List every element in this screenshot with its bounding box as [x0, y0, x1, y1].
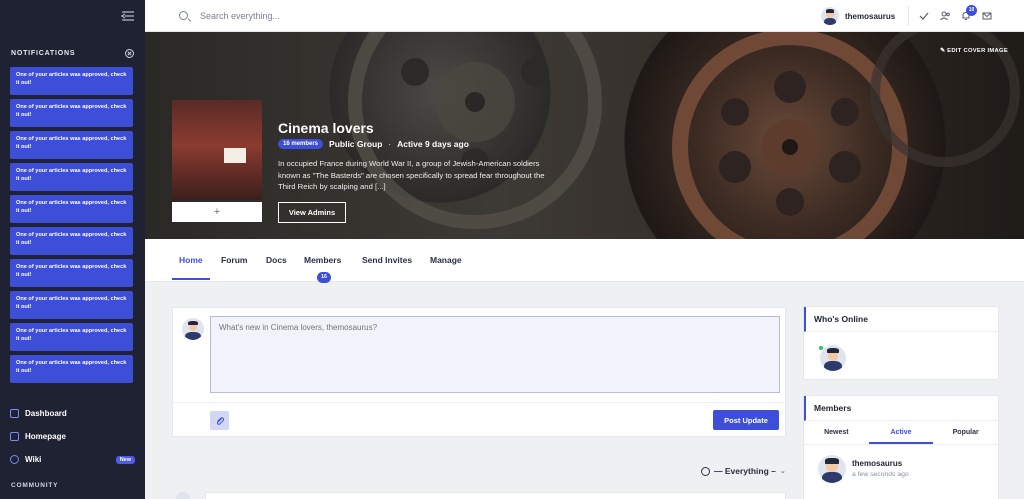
post-update-button[interactable]: Post Update [713, 410, 779, 430]
dashboard-icon [10, 409, 19, 418]
tab-members[interactable]: Members [304, 255, 341, 265]
tab-send-invites[interactable]: Send Invites [362, 255, 412, 265]
sidebar-item-wiki[interactable]: Wiki New [10, 448, 135, 471]
avatar[interactable] [820, 345, 846, 371]
avatar[interactable] [818, 455, 846, 483]
notification-item[interactable]: One of your articles was approved, check… [10, 291, 133, 319]
search-input[interactable] [200, 7, 500, 25]
notification-count-badge: 10 [966, 5, 977, 16]
avatar [182, 318, 204, 340]
notification-item[interactable]: One of your articles was approved, check… [10, 131, 133, 159]
widget-title: Members [804, 396, 998, 421]
sidebar-item-dashboard[interactable]: Dashboard [10, 402, 135, 425]
tab-popular[interactable]: Popular [933, 421, 998, 444]
activity-item [205, 492, 786, 499]
tab-home[interactable]: Home [179, 255, 203, 265]
tab-forum[interactable]: Forum [221, 255, 247, 265]
edit-cover-button[interactable]: ✎ EDIT COVER IMAGE [940, 48, 1008, 54]
collapse-sidebar-icon[interactable] [121, 9, 135, 23]
members-count-badge: 16 [317, 272, 331, 283]
post-textarea[interactable] [210, 316, 780, 393]
members-tabs: Newest Active Popular [804, 421, 998, 445]
post-form: Post Update [172, 307, 786, 437]
film-reel-background [348, 32, 1020, 239]
group-avatar [172, 100, 262, 200]
notification-list: One of your articles was approved, check… [10, 67, 133, 387]
notification-item[interactable]: One of your articles was approved, check… [10, 99, 133, 127]
avatar [176, 492, 190, 499]
notifications-header: NOTIFICATIONS [11, 49, 134, 58]
group-cover: ✎ EDIT COVER IMAGE + Cinema lovers 16 me… [145, 32, 1024, 239]
member-name[interactable]: themosaurus [852, 459, 902, 468]
notification-item[interactable]: One of your articles was approved, check… [10, 323, 133, 351]
add-photo-button[interactable]: + [172, 202, 262, 222]
tab-docs[interactable]: Docs [266, 255, 287, 265]
notification-item[interactable]: One of your articles was approved, check… [10, 227, 133, 255]
group-meta: 16 members Public Group · Active 9 days … [278, 139, 469, 149]
notification-item[interactable]: One of your articles was approved, check… [10, 195, 133, 223]
chevron-down-icon: ⌄ [779, 468, 786, 475]
filter-label: — Everything – [714, 466, 776, 476]
homepage-icon [10, 432, 19, 441]
group-privacy: Public Group [329, 139, 383, 149]
active-tab-indicator [172, 278, 210, 280]
divider [908, 6, 909, 26]
globe-icon [10, 455, 19, 464]
notification-item[interactable]: One of your articles was approved, check… [10, 67, 133, 95]
separator: · [388, 139, 392, 149]
members-count-badge[interactable]: 16 members [278, 139, 324, 149]
paperclip-icon [216, 416, 224, 425]
group-name: Cinema lovers [278, 120, 374, 136]
sidebar-item-label: Wiki [25, 455, 42, 464]
sidebar-item-label: Homepage [25, 432, 66, 441]
notifications-title: NOTIFICATIONS [11, 50, 76, 57]
notification-item[interactable]: One of your articles was approved, check… [10, 259, 133, 287]
sidebar-item-homepage[interactable]: Homepage [10, 425, 135, 448]
community-title: COMMUNITY [11, 482, 59, 489]
sidebar-item-label: Dashboard [25, 409, 67, 418]
divider [173, 402, 785, 403]
mail-icon[interactable] [982, 11, 992, 21]
edit-cover-label: EDIT COVER IMAGE [947, 48, 1008, 54]
members-widget: Members Newest Active Popular themosauru… [803, 395, 999, 499]
friends-icon[interactable] [940, 11, 950, 21]
new-badge: New [115, 455, 135, 464]
topbar: themosaurus 10 [145, 0, 1024, 32]
tab-active[interactable]: Active [868, 421, 934, 444]
member-item[interactable]: themosaurus a few seconds ago [804, 445, 998, 485]
sidebar: NOTIFICATIONS One of your articles was a… [0, 0, 145, 499]
view-admins-button[interactable]: View Admins [278, 202, 346, 223]
notification-item[interactable]: One of your articles was approved, check… [10, 163, 133, 191]
sidebar-top [0, 0, 145, 32]
notification-item[interactable]: One of your articles was approved, check… [10, 355, 133, 383]
check-icon[interactable] [919, 11, 929, 21]
tab-manage[interactable]: Manage [430, 255, 462, 265]
close-icon[interactable] [125, 49, 134, 58]
attach-button[interactable] [210, 411, 229, 430]
whos-online-widget: Who's Online [803, 306, 999, 380]
activity-filter[interactable]: — Everything – ⌄ [701, 466, 786, 476]
member-last-active: a few seconds ago [852, 471, 909, 478]
globe-icon [701, 466, 710, 476]
user-name: themosaurus [845, 11, 896, 21]
group-activity: Active 9 days ago [397, 139, 469, 149]
avatar [821, 7, 839, 25]
user-menu[interactable]: themosaurus [821, 7, 895, 25]
widget-title: Who's Online [804, 307, 998, 332]
group-description: In occupied France during World War II, … [278, 159, 545, 191]
online-status-dot [818, 345, 824, 351]
sidebar-nav: Dashboard Homepage Wiki New [10, 402, 135, 471]
group-tabs: Home Forum Docs Members Send Invites Man… [145, 239, 1024, 283]
cinema-screen [224, 148, 246, 163]
search-icon [179, 11, 188, 20]
tab-newest[interactable]: Newest [804, 421, 869, 444]
